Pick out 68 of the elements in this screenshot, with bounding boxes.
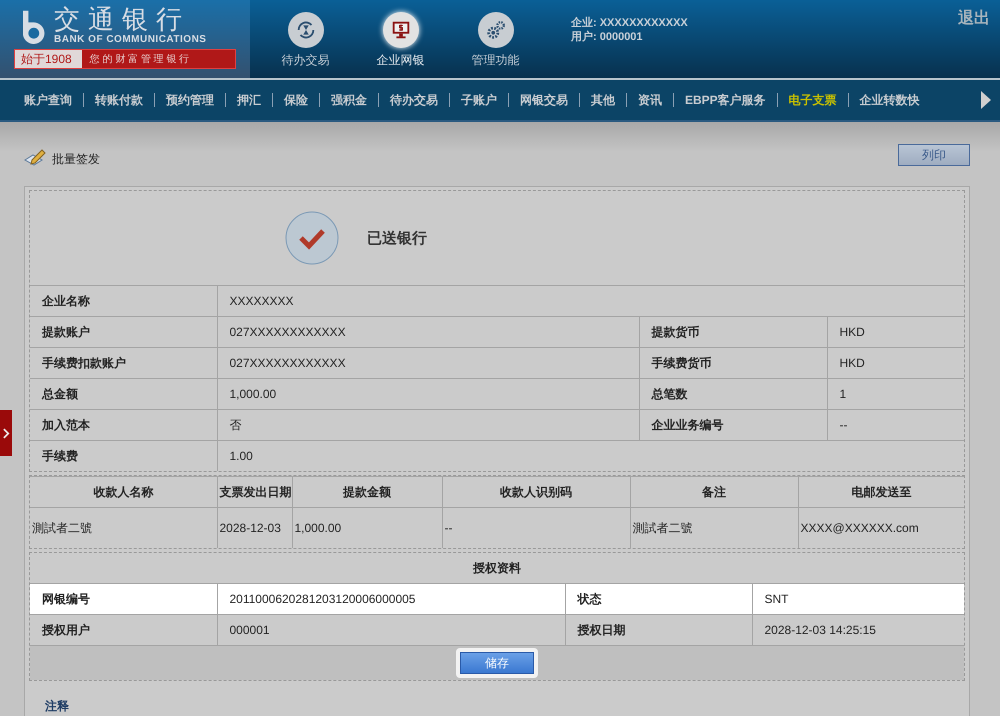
section-title: 授权资料 bbox=[472, 560, 522, 577]
menu-item[interactable]: 资讯 bbox=[626, 93, 673, 107]
field-value: XXXXXXXX bbox=[217, 286, 964, 316]
scroll-right-icon[interactable] bbox=[980, 90, 992, 110]
menu-item[interactable]: 企业转数快 bbox=[848, 93, 931, 107]
status-text: 已送银行 bbox=[367, 228, 427, 248]
menu-item[interactable]: 其他 bbox=[579, 93, 626, 107]
top-nav-item[interactable]: 待办交易 bbox=[268, 12, 343, 78]
field-label: 手续费扣款账户 bbox=[30, 348, 217, 378]
field-value: 027XXXXXXXXXXXX bbox=[217, 316, 639, 348]
field-label: 网银编号 bbox=[30, 584, 217, 614]
field-label: 企业业务编号 bbox=[639, 410, 827, 440]
top-nav-item[interactable]: 企业网银 bbox=[363, 12, 438, 78]
since-label: 始于1908 bbox=[15, 50, 82, 68]
field-value: SNT bbox=[752, 584, 964, 614]
menu-item[interactable]: 待办交易 bbox=[378, 93, 449, 107]
field-label: 总笔数 bbox=[639, 378, 827, 410]
field-label: 总金额 bbox=[30, 378, 217, 410]
field-label: 状态 bbox=[565, 584, 752, 614]
field-value: 2011000620281203120006000005 bbox=[217, 584, 565, 614]
table-cell: 1,000.00 bbox=[292, 508, 442, 548]
check-icon bbox=[285, 211, 339, 265]
menu-item[interactable]: EBPP客户服务 bbox=[673, 93, 777, 107]
company-label: 企业: XXXXXXXXXXXX bbox=[571, 16, 688, 30]
bank-name: 交通银行 bbox=[54, 6, 191, 34]
logout-link[interactable]: 退出 bbox=[958, 8, 990, 29]
gears-icon bbox=[484, 19, 506, 41]
menu-item[interactable]: 子账户 bbox=[449, 93, 508, 107]
print-button[interactable]: 列印 bbox=[898, 144, 970, 166]
user-label: 用户: 0000001 bbox=[571, 30, 644, 44]
top-nav-item[interactable]: 管理功能 bbox=[458, 12, 533, 78]
field-label: 加入范本 bbox=[30, 410, 217, 440]
bank-english-name: BANK OF COMMUNICATIONS bbox=[54, 34, 206, 45]
table-cell: XXXX@XXXXXX.com bbox=[798, 508, 964, 548]
field-label: 手续费 bbox=[30, 440, 217, 471]
column-header: 收款人识别码 bbox=[442, 476, 630, 508]
chevron-right-icon bbox=[2, 428, 10, 438]
menu-item[interactable]: 预约管理 bbox=[154, 93, 225, 107]
side-panel-tab[interactable] bbox=[0, 410, 12, 456]
menu-item[interactable]: 强积金 bbox=[319, 93, 378, 107]
menu-item[interactable]: 网银交易 bbox=[508, 93, 579, 107]
note-heading: 注释 bbox=[44, 698, 70, 715]
column-header: 支票发出日期 bbox=[217, 476, 292, 508]
table-cell: 測試者二號 bbox=[30, 508, 217, 548]
menu-item[interactable]: 保险 bbox=[272, 93, 319, 107]
field-value: 027XXXXXXXXXXXX bbox=[217, 348, 639, 378]
column-header: 备注 bbox=[630, 476, 798, 508]
column-header: 收款人名称 bbox=[30, 476, 217, 508]
table-cell: 2028-12-03 bbox=[217, 508, 292, 548]
menu-item[interactable]: 账户查询 bbox=[0, 93, 83, 107]
page-title: 批量签发 bbox=[52, 151, 100, 168]
notepad-pencil-icon bbox=[24, 148, 48, 168]
menu-item[interactable]: 电子支票 bbox=[776, 93, 848, 107]
table-cell: -- bbox=[442, 508, 630, 548]
field-value: 1,000.00 bbox=[217, 378, 639, 410]
slogan-text: 您 的 财 富 管 理 银 行 bbox=[88, 52, 190, 66]
field-label: 手续费货币 bbox=[639, 348, 827, 378]
field-value: 否 bbox=[217, 410, 639, 440]
save-button[interactable]: 储存 bbox=[460, 652, 534, 674]
table-cell: 測試者二號 bbox=[630, 508, 798, 548]
column-header: 电邮发送至 bbox=[798, 476, 964, 508]
field-label: 企业名称 bbox=[30, 286, 217, 316]
menu-item[interactable]: 押汇 bbox=[225, 93, 272, 107]
field-label: 提款货币 bbox=[639, 316, 827, 348]
field-value: 1.00 bbox=[217, 440, 964, 471]
field-label: 提款账户 bbox=[30, 316, 217, 348]
column-header: 提款金额 bbox=[292, 476, 442, 508]
menu-item[interactable]: 转账付款 bbox=[83, 93, 154, 107]
